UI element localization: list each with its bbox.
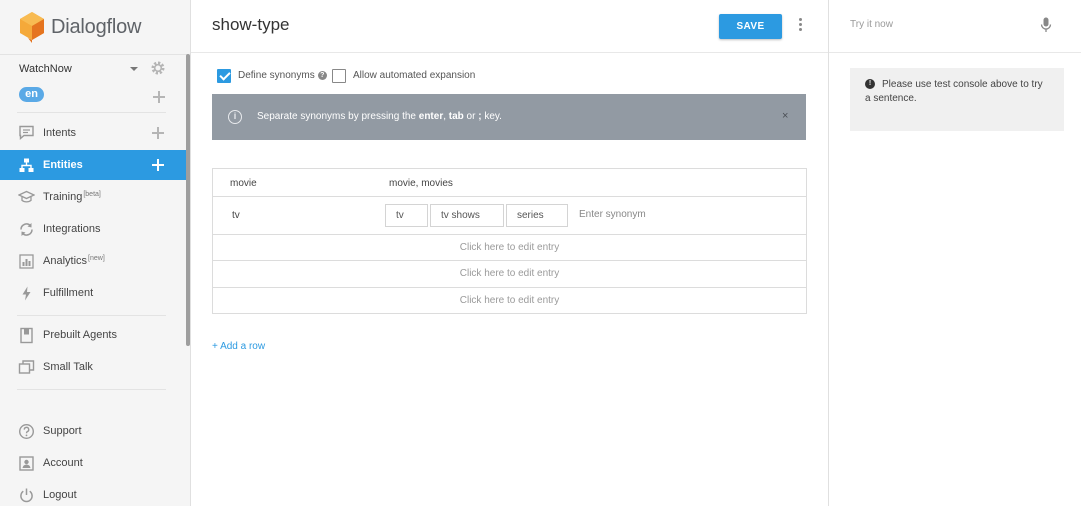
sidebar-item-label: Intents [43, 127, 77, 139]
automated-expansion-label: Allow automated expansion [353, 70, 476, 81]
new-tag: [new] [88, 255, 105, 262]
language-row: en [19, 87, 169, 104]
header-divider [191, 52, 828, 53]
sidebar-item-integrations[interactable]: Integrations [0, 214, 187, 244]
sidebar-item-support[interactable]: Support [0, 416, 187, 446]
table-row[interactable]: tv tv tv shows series Enter synonym [213, 197, 806, 235]
dialogflow-logo[interactable]: Dialogflow [19, 10, 141, 44]
info-mid: or [463, 111, 479, 122]
sidebar-item-label: Logout [43, 489, 77, 501]
synonym-chip[interactable]: series [506, 204, 568, 227]
reference-value[interactable]: tv [232, 210, 240, 221]
page-title[interactable]: show-type [212, 15, 289, 35]
sidebar-item-label: Training[beta] [43, 191, 101, 203]
entries-table: movie movie, movies tv tv tv shows serie… [212, 168, 807, 314]
edit-entry-placeholder[interactable]: Click here to edit entry [213, 242, 806, 253]
sidebar-item-training[interactable]: Training[beta] [0, 182, 187, 212]
sidebar-item-small-talk[interactable]: Small Talk [0, 352, 187, 382]
brand-name: Dialogflow [51, 15, 142, 38]
console-message: ! Please use test console above to try a… [850, 68, 1064, 131]
sidebar-scrollbar[interactable] [186, 54, 190, 346]
table-row[interactable]: Click here to edit entry [213, 235, 806, 261]
sidebar-item-label: Account [43, 457, 83, 469]
try-it-now-input[interactable]: Try it now [850, 19, 893, 30]
info-key-enter: enter [418, 111, 444, 122]
console-message-text: Please use test console above to try a s… [865, 79, 1043, 104]
test-console-panel: Try it now ! Please use test console abo… [828, 0, 1081, 506]
sidebar-item-label: Entities [43, 159, 83, 171]
synonyms-value[interactable]: movie, movies [389, 178, 453, 189]
sidebar-item-label: Fulfillment [43, 287, 94, 299]
help-circle-icon [18, 423, 35, 440]
book-icon [20, 327, 33, 344]
add-language-plus-icon[interactable] [153, 91, 165, 103]
table-row[interactable]: Click here to edit entry [213, 261, 806, 288]
agent-name: WatchNow [19, 63, 72, 75]
synonym-chip[interactable]: tv [385, 204, 428, 227]
table-row[interactable]: movie movie, movies [213, 169, 806, 197]
gear-icon[interactable] [150, 60, 166, 76]
reference-value[interactable]: movie [230, 178, 257, 189]
sidebar-item-fulfillment[interactable]: Fulfillment [0, 278, 187, 308]
sidebar-item-account[interactable]: Account [0, 448, 187, 478]
add-entity-plus-icon[interactable] [152, 159, 164, 171]
dialogflow-logo-icon [20, 12, 44, 43]
info-icon: i [228, 110, 242, 124]
entity-editor: show-type SAVE Define synonyms ? Allow a… [191, 0, 828, 506]
automated-expansion-option[interactable]: Allow automated expansion [332, 68, 475, 83]
sidebar-item-intents[interactable]: Intents [0, 118, 187, 148]
add-intent-plus-icon[interactable] [152, 127, 164, 139]
sidebar: Dialogflow WatchNow en Intents Entities … [0, 0, 191, 506]
sidebar-item-analytics[interactable]: Analytics[new] [0, 246, 187, 276]
sidebar-divider [17, 112, 166, 113]
power-icon [20, 488, 33, 503]
more-vert-icon[interactable] [795, 17, 805, 33]
info-text: Separate synonyms by pressing the enter,… [257, 111, 502, 122]
synonym-info-banner: i Separate synonyms by pressing the ente… [212, 94, 806, 140]
info-key-tab: tab [448, 111, 464, 122]
automated-expansion-checkbox[interactable] [332, 68, 346, 83]
graduation-cap-icon [18, 190, 35, 203]
close-icon[interactable]: × [782, 110, 788, 122]
chevron-down-icon[interactable] [130, 67, 138, 71]
beta-tag: [beta] [83, 191, 101, 198]
save-button[interactable]: SAVE [719, 14, 782, 39]
sidebar-item-label: Small Talk [43, 361, 93, 373]
lightning-icon [22, 286, 31, 301]
hierarchy-icon [19, 158, 34, 172]
chat-icon [19, 125, 34, 141]
account-icon [19, 456, 34, 471]
help-icon[interactable]: ? [317, 71, 327, 80]
edit-entry-placeholder[interactable]: Click here to edit entry [213, 295, 806, 306]
edit-entry-placeholder[interactable]: Click here to edit entry [213, 268, 806, 279]
sidebar-divider [0, 54, 187, 55]
info-suffix: key. [481, 111, 502, 122]
define-synonyms-checkbox[interactable] [217, 68, 231, 83]
add-row-link[interactable]: + Add a row [212, 341, 265, 352]
language-badge[interactable]: en [19, 87, 44, 102]
sidebar-item-logout[interactable]: Logout [0, 480, 187, 506]
sidebar-item-label: Prebuilt Agents [43, 329, 117, 341]
chat-bubbles-icon [18, 360, 35, 374]
console-divider [829, 52, 1081, 53]
info-prefix: Separate synonyms by pressing the [257, 111, 419, 122]
sidebar-item-entities[interactable]: Entities [0, 150, 187, 180]
table-row[interactable]: Click here to edit entry [213, 288, 806, 314]
sidebar-divider [17, 315, 166, 316]
sidebar-divider [17, 389, 166, 390]
agent-selector[interactable]: WatchNow [19, 61, 169, 77]
synonym-chip[interactable]: tv shows [430, 204, 504, 227]
training-label: Training [43, 191, 83, 203]
sync-icon [20, 223, 33, 236]
sidebar-item-prebuilt-agents[interactable]: Prebuilt Agents [0, 320, 187, 350]
sidebar-item-label: Analytics[new] [43, 255, 105, 267]
microphone-icon[interactable] [1040, 17, 1052, 33]
synonym-input[interactable]: Enter synonym [579, 209, 646, 220]
bar-chart-icon [19, 254, 34, 269]
define-synonyms-label: Define synonyms [238, 70, 315, 81]
define-synonyms-option[interactable]: Define synonyms ? [217, 68, 327, 83]
sidebar-item-label: Integrations [43, 223, 101, 235]
analytics-label: Analytics [43, 255, 88, 267]
sidebar-item-label: Support [43, 425, 82, 437]
